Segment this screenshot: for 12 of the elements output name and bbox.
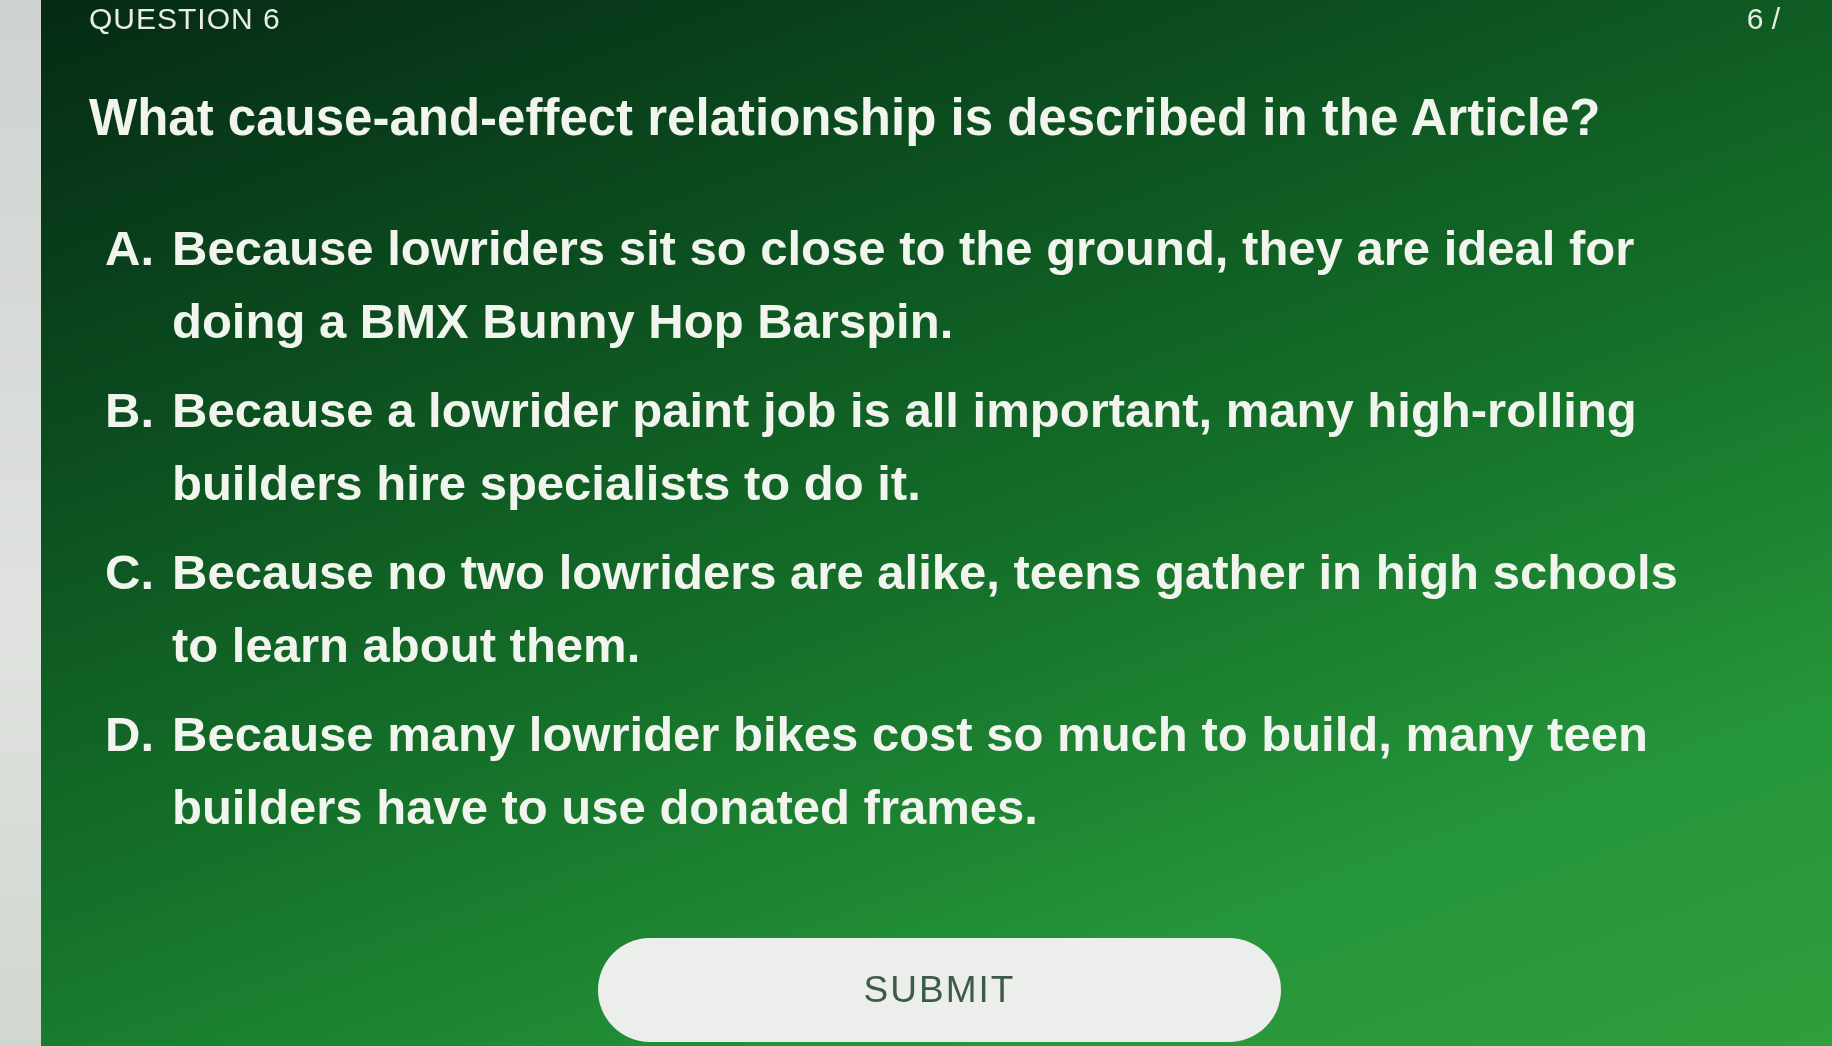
- question-counter: 6 /: [1746, 2, 1780, 36]
- option-text: Because lowriders sit so close to the ground, they are ideal for doing a BMX Bunny Hop Barspin.: [172, 220, 1636, 350]
- option-letter: D.: [105, 706, 155, 763]
- option-letter: C.: [105, 544, 155, 601]
- submit-button[interactable]: SUBMIT: [598, 938, 1281, 1042]
- option-text: Because a lowrider paint job is all important, many high-rolling builders hire specialists to do it.: [172, 382, 1638, 512]
- question-number: QUESTION 6: [89, 2, 281, 36]
- option-letter: B.: [105, 382, 155, 439]
- option-text: Because no two lowriders are alike, teens gather in high schools to learn about them.: [172, 544, 1679, 674]
- question-text: What cause-and-effect relationship is described in the Article?: [89, 88, 1602, 148]
- option-text: Because many lowrider bikes cost so much to build, many teen builders have to use donated frames.: [172, 706, 1649, 836]
- option-letter: A.: [105, 220, 155, 277]
